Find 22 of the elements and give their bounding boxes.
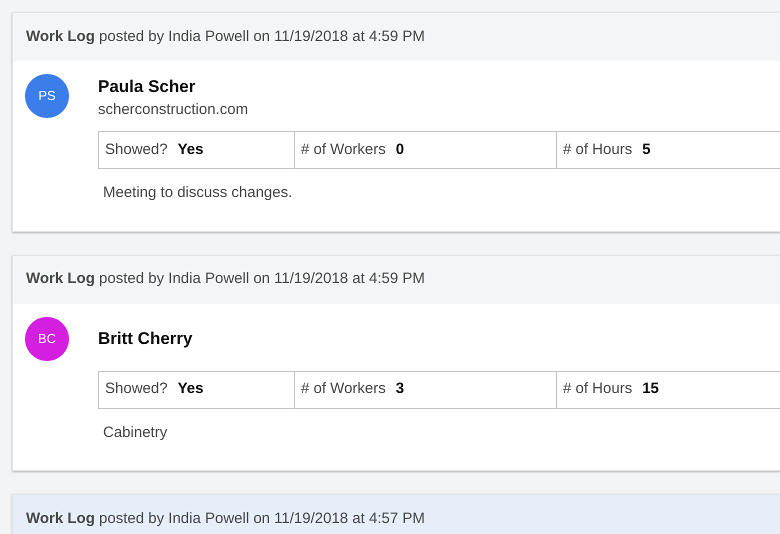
field-value: 3: [396, 379, 404, 400]
note-text: Cabinetry: [103, 422, 168, 442]
field-label: # of Hours: [563, 379, 632, 400]
post-info: Work Log posted by India Powell on 11/19/2018 at 4:57 PM: [26, 508, 425, 529]
field-label: # of Workers: [301, 379, 386, 400]
field-label: # of Hours: [563, 140, 632, 160]
avatar-initials: PS: [38, 87, 56, 106]
field-value: 15: [642, 379, 659, 400]
avatar-initials: BC: [38, 330, 56, 348]
field-value: Yes: [178, 379, 204, 400]
field-value: 0: [396, 140, 404, 160]
contact-name: Paula Scher: [98, 76, 196, 98]
website-text: scherconstruction.com: [98, 100, 250, 120]
field-value: Yes: [178, 140, 204, 160]
field-value: 5: [642, 140, 651, 160]
field-label: # of Workers: [301, 140, 386, 160]
note-text: Meeting to discuss changes.: [103, 183, 294, 203]
field-label: Showed?: [105, 140, 168, 160]
field-label: Showed?: [105, 379, 168, 400]
post-info: Work Log posted by India Powell on 11/19/2018 at 4:59 PM: [26, 269, 425, 290]
contact-name: Britt Cherry: [98, 328, 194, 350]
post-info: Work Log posted by India Powell on 11/19/2018 at 4:59 PM: [26, 26, 425, 47]
